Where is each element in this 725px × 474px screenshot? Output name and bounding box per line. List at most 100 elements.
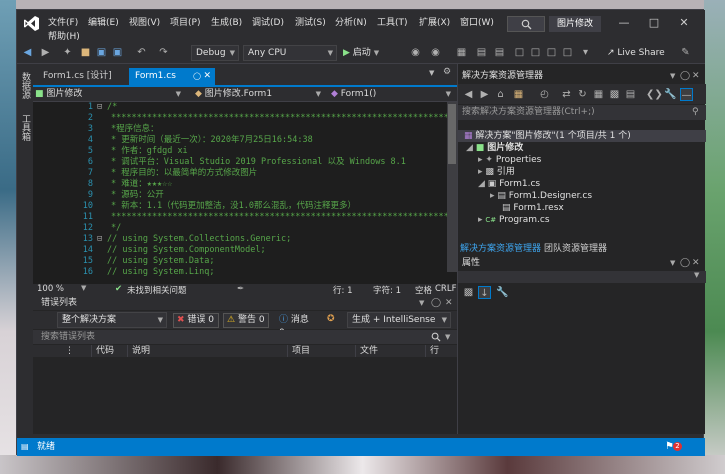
menu-test[interactable]: 测试(S) xyxy=(295,15,326,28)
view-code-icon[interactable]: ❮❯ xyxy=(646,88,663,101)
forward-icon[interactable]: ▶ xyxy=(478,88,491,101)
menu-analyze[interactable]: 分析(N) xyxy=(335,15,367,28)
menu-edit[interactable]: 编辑(E) xyxy=(88,15,119,28)
solution-search-input[interactable]: 搜索解决方案资源管理器(Ctrl+;) ⚲ xyxy=(458,105,706,120)
search-box[interactable] xyxy=(507,16,545,32)
chevron-down-icon[interactable]: ▼ xyxy=(670,69,675,83)
chevron-down-icon[interactable]: ▼ xyxy=(81,284,86,292)
collapsed-arrow-icon[interactable]: ▸ xyxy=(490,191,495,201)
tree-item-properties[interactable]: ▸ ✦ Properties xyxy=(478,154,541,166)
filter-icon[interactable]: ✪ xyxy=(327,314,335,324)
col-line[interactable]: 行 xyxy=(425,345,457,357)
col-file[interactable]: 文件 xyxy=(355,345,425,357)
tab-form1-designer[interactable]: Form1.cs [设计] xyxy=(37,68,118,85)
nav-member-combo[interactable]: ◆ Form1() ▼ xyxy=(331,87,455,102)
maximize-button[interactable]: □ xyxy=(643,14,665,32)
redo-icon[interactable]: ↷ xyxy=(157,46,170,59)
pending-changes-icon[interactable]: ◴ xyxy=(538,88,551,101)
nav-class-combo[interactable]: ◆ 图片修改.Form1 ▼ xyxy=(195,87,325,102)
forward-icon[interactable]: ▶ xyxy=(39,46,52,59)
bookmark-prev-icon[interactable]: □ xyxy=(545,46,558,59)
bookmark-icon[interactable]: □ xyxy=(513,46,526,59)
editor-vertical-scrollbar[interactable] xyxy=(447,102,457,272)
minimize-button[interactable]: — xyxy=(613,14,635,32)
issues-status[interactable]: 未找到相关问题 xyxy=(127,284,187,296)
tree-item-form1-resx[interactable]: ▤ Form1.resx xyxy=(502,202,564,214)
scrollbar-thumb[interactable] xyxy=(448,104,456,164)
live-share-button[interactable]: ↗ Live Share xyxy=(607,46,665,60)
bookmark-next-icon[interactable]: □ xyxy=(529,46,542,59)
messages-filter-button[interactable]: ⓘ 消息 0 xyxy=(275,313,321,338)
tree-item-references[interactable]: ▸ ▩ 引用 xyxy=(478,166,515,178)
col-code[interactable]: 代码 xyxy=(91,345,127,357)
bookmark-clear-icon[interactable]: □ xyxy=(561,46,574,59)
close-icon[interactable]: ✕ xyxy=(445,297,453,310)
properties-object-combo[interactable]: ▼ xyxy=(458,271,706,283)
tree-item-program[interactable]: ▸ C# Program.cs xyxy=(478,214,550,226)
tab-form1-cs[interactable]: Form1.cs ◯ ✕ xyxy=(129,68,215,85)
error-search-input[interactable]: 搜索错误列表 ▼ xyxy=(33,330,457,344)
wrench-icon[interactable]: 🔧 xyxy=(496,286,509,299)
browser-link-icon[interactable]: ◉ xyxy=(409,46,422,59)
show-all-files-icon[interactable]: ▩ xyxy=(608,88,621,101)
menu-help[interactable]: 帮助(H) xyxy=(48,29,80,42)
properties-icon[interactable]: ▤ xyxy=(624,88,637,101)
chevron-down-icon[interactable]: ▼ xyxy=(419,297,424,310)
wrench-icon[interactable]: 🔧 xyxy=(664,88,677,101)
menu-file[interactable]: 文件(F) xyxy=(48,15,78,28)
collapse-all-icon[interactable]: ▦ xyxy=(592,88,605,101)
close-icon[interactable]: ✕ xyxy=(692,256,700,270)
sidetab-datasources[interactable]: 数据源 xyxy=(19,72,32,99)
tab-solution-explorer[interactable]: 解决方案资源管理器 xyxy=(460,242,541,256)
save-all-icon[interactable]: ▣ xyxy=(111,46,124,59)
home-icon[interactable]: ⌂ xyxy=(494,88,507,101)
switch-views-icon[interactable]: ▦ xyxy=(512,88,525,101)
col-description[interactable]: 说明 xyxy=(127,345,287,357)
new-project-icon[interactable]: ✦ xyxy=(61,46,74,59)
code-area[interactable]: 1 ⊟/* 2 *********************************… xyxy=(33,102,457,284)
hot-reload-icon[interactable]: ◉ xyxy=(429,46,442,59)
menu-view[interactable]: 视图(V) xyxy=(129,15,160,28)
chevron-down-icon[interactable]: ▼ xyxy=(429,69,434,77)
expanded-arrow-icon[interactable]: ◢ xyxy=(478,179,485,189)
back-icon[interactable]: ◀ xyxy=(462,88,475,101)
start-button[interactable]: ▶ 启动 ▼ xyxy=(343,45,379,61)
back-icon[interactable]: ◀ xyxy=(21,46,34,59)
chevron-down-icon[interactable]: ▼ xyxy=(670,256,675,270)
collapsed-arrow-icon[interactable]: ▸ xyxy=(478,155,483,165)
tree-item-form1-designer[interactable]: ▸ ▤ Form1.Designer.cs xyxy=(490,190,592,202)
pin-icon[interactable]: ◯ xyxy=(193,68,201,85)
feedback-icon[interactable]: ✎ xyxy=(679,46,692,59)
menu-tools[interactable]: 工具(T) xyxy=(377,15,408,28)
visual-studio-logo-icon[interactable] xyxy=(23,15,40,32)
undo-icon[interactable]: ↶ xyxy=(135,46,148,59)
close-icon[interactable]: ✕ xyxy=(692,69,700,83)
col-sort-icon[interactable]: ⋮ xyxy=(61,345,74,357)
settings-icon[interactable]: ⚙ xyxy=(443,67,451,77)
tree-item-solution[interactable]: ▦ 解决方案"图片修改"(1 个项目/共 1 个) xyxy=(458,130,706,142)
chevron-down-icon[interactable]: ▼ xyxy=(445,330,450,344)
platform-combo[interactable]: Any CPU ▼ xyxy=(243,45,337,61)
menu-debug[interactable]: 调试(D) xyxy=(252,15,284,28)
comment-icon[interactable]: ▤ xyxy=(475,46,488,59)
alphabetical-icon[interactable]: ↓ xyxy=(478,286,491,299)
uncomment-icon[interactable]: ▤ xyxy=(493,46,506,59)
tree-item-form1[interactable]: ◢ ▣ Form1.cs xyxy=(478,178,540,190)
menu-window[interactable]: 窗口(W) xyxy=(460,15,494,28)
toolbar-options-icon[interactable]: ▾ xyxy=(579,46,592,59)
warnings-filter-button[interactable]: ⚠ 警告 0 xyxy=(223,313,269,328)
collapsed-arrow-icon[interactable]: ▸ xyxy=(478,167,483,177)
pin-icon[interactable]: ◯ xyxy=(431,297,441,310)
sync-icon[interactable]: ⇄ xyxy=(560,88,573,101)
tab-team-explorer[interactable]: 团队资源管理器 xyxy=(544,242,607,256)
save-icon[interactable]: ▣ xyxy=(95,46,108,59)
pin-icon[interactable]: ◯ xyxy=(680,256,690,270)
close-tab-icon[interactable]: ✕ xyxy=(203,68,211,85)
close-button[interactable]: ✕ xyxy=(673,14,695,32)
sidetab-toolbox[interactable]: 工具箱 xyxy=(19,114,32,141)
expanded-arrow-icon[interactable]: ◢ xyxy=(466,143,473,153)
menu-extensions[interactable]: 扩展(X) xyxy=(419,15,450,28)
nav-project-combo[interactable]: ■ 图片修改 ▼ xyxy=(35,87,185,102)
refresh-icon[interactable]: ↻ xyxy=(576,88,589,101)
build-filter-combo[interactable]: 生成 + IntelliSense ▼ xyxy=(347,312,451,328)
